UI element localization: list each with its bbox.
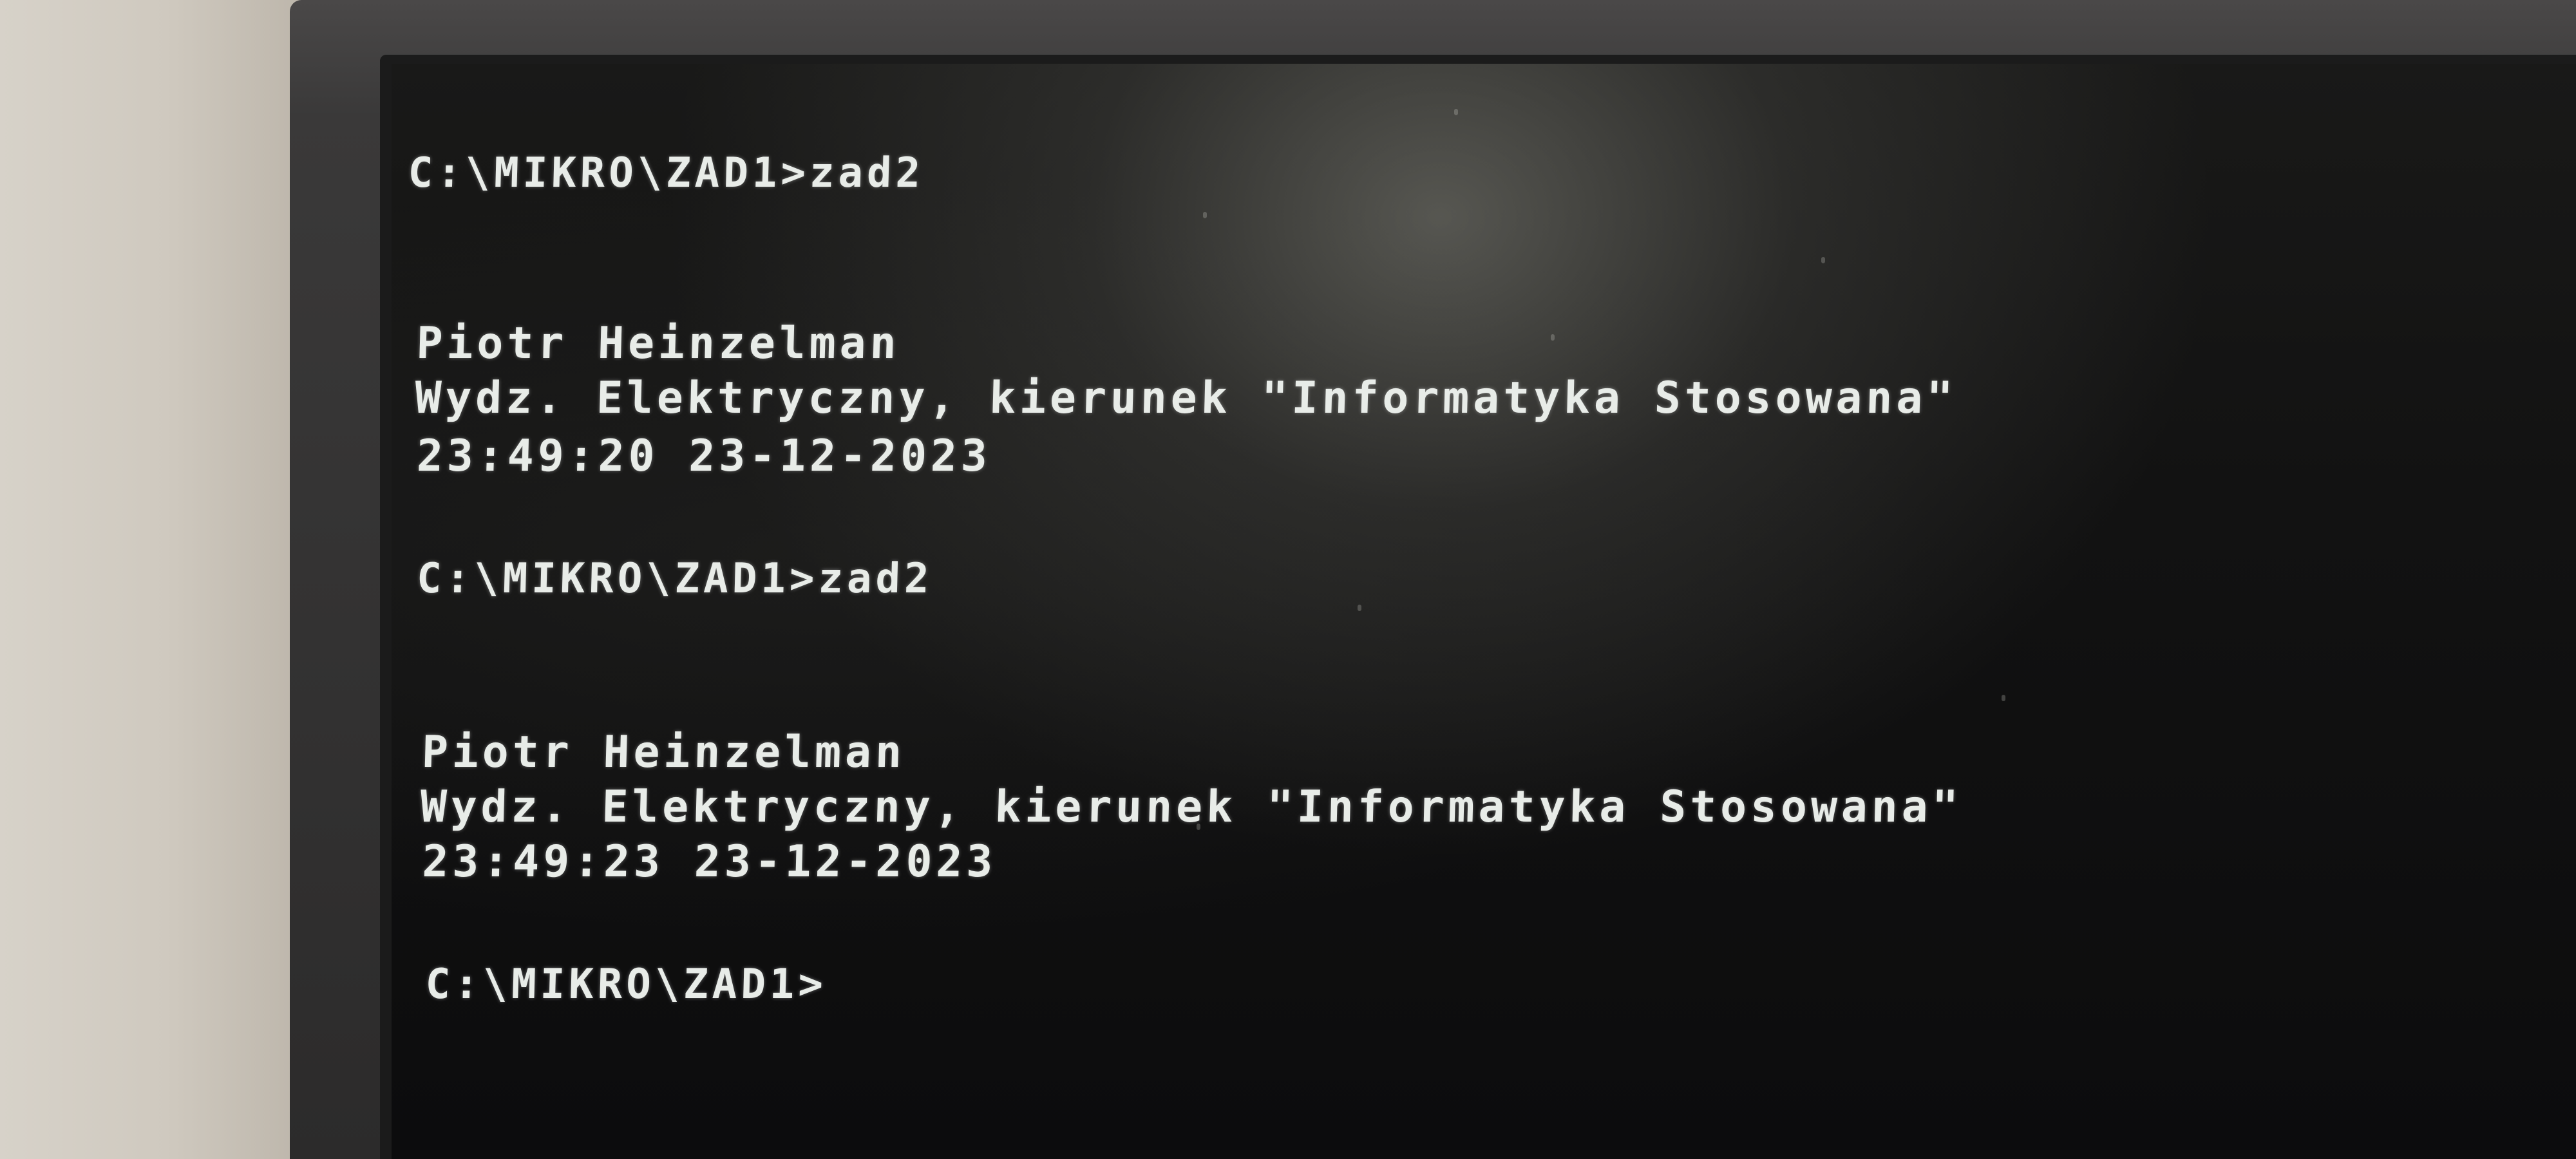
screen-dust <box>1454 109 1458 115</box>
current-command-prompt[interactable]: C:\MIKRO\ZAD1> <box>425 959 828 1010</box>
output-timestamp-line: 23:49:23 23-12-2023 <box>421 836 998 887</box>
output-name-line: Piotr Heinzelman <box>421 727 907 778</box>
dos-terminal-screen[interactable]: C:\MIKRO\ZAD1>zad2 Piotr Heinzelman Wydz… <box>380 55 2576 1159</box>
output-department-line: Wydz. Elektryczny, kierunek "Informatyka… <box>419 782 1963 833</box>
wall-background <box>0 0 303 1159</box>
screen-dust <box>1821 257 1825 263</box>
output-timestamp-line: 23:49:20 23-12-2023 <box>416 431 992 482</box>
screen-dust <box>1358 605 1361 611</box>
screen-dust <box>1197 824 1200 830</box>
output-department-line: Wydz. Elektryczny, kierunek "Informatyka… <box>414 373 1958 424</box>
command-prompt-line: C:\MIKRO\ZAD1>zad2 <box>416 555 934 603</box>
command-prompt-line: C:\MIKRO\ZAD1>zad2 <box>407 149 925 197</box>
screen-dust <box>1551 334 1555 341</box>
screen-dust <box>1203 212 1207 218</box>
screen-dust <box>2002 695 2005 701</box>
output-name-line: Piotr Heinzelman <box>415 318 901 369</box>
